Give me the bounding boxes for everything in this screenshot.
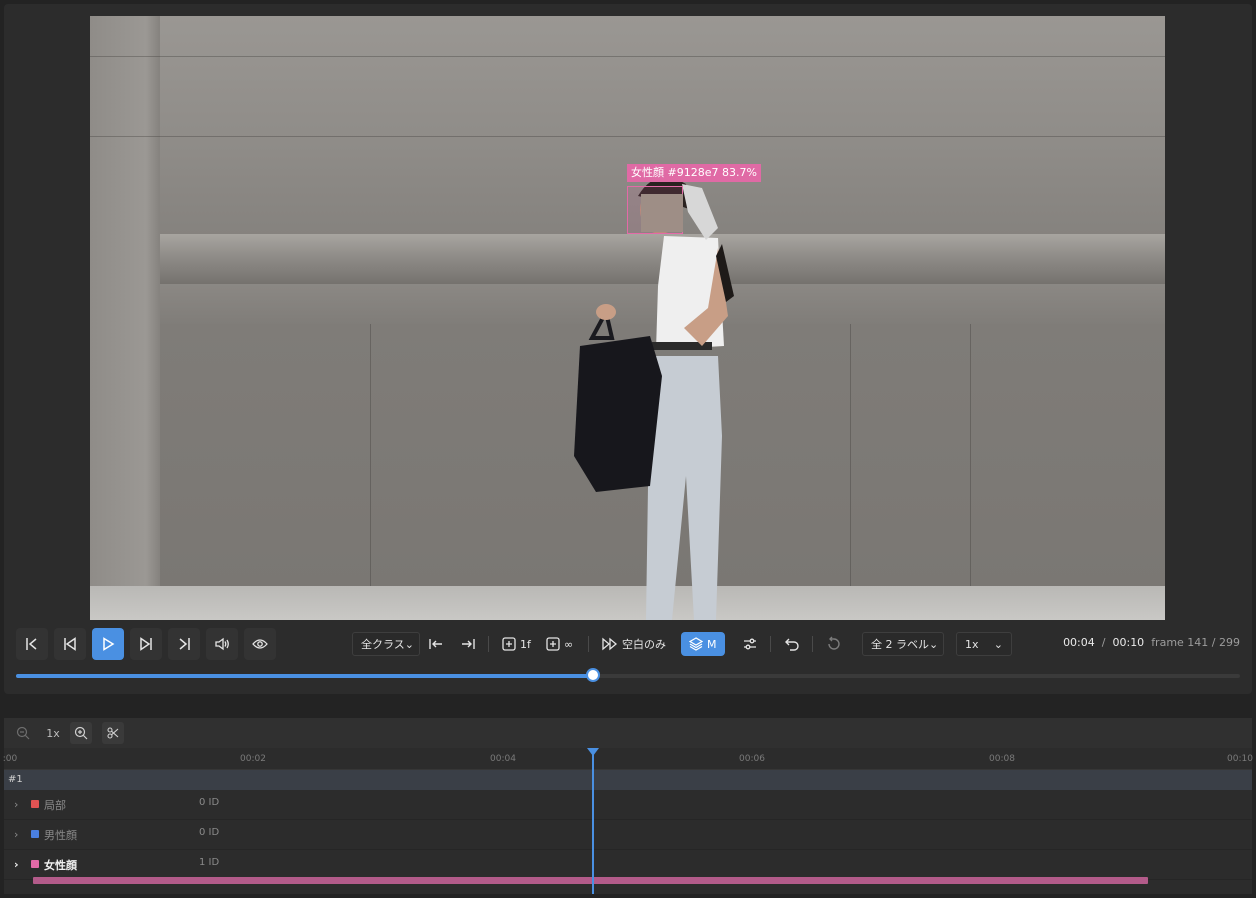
zoom-out-button[interactable] <box>12 722 34 744</box>
rotate-icon <box>828 636 840 650</box>
settings-sliders-button[interactable] <box>734 628 766 660</box>
ruler-tick: 00:02 <box>240 754 266 764</box>
chevron-right-icon[interactable]: › <box>14 798 18 811</box>
zoom-in-icon <box>74 726 88 740</box>
skip-start-icon <box>26 638 37 650</box>
divider <box>812 636 813 652</box>
label-id-count: 1 ID <box>199 857 220 868</box>
detection-label: 女性顔 #9128e7 83.7% <box>627 164 761 182</box>
label-id-count: 0 ID <box>199 797 220 808</box>
ruler-tick: 00:10 <box>1227 754 1253 764</box>
scissors-icon <box>107 727 119 739</box>
step-forward-icon <box>140 637 152 651</box>
speed-value: 1x <box>965 637 979 651</box>
seek-progress <box>16 674 593 678</box>
ruler-tick: 00:06 <box>739 754 765 764</box>
previous-frame-button[interactable] <box>54 628 86 660</box>
track-group-header[interactable]: #1 <box>4 770 1252 790</box>
chevron-right-icon[interactable]: › <box>14 858 19 871</box>
zoom-level: 1x <box>46 726 60 740</box>
plus-square-icon <box>502 637 516 651</box>
time-display: 00:04 / 00:10 frame 141 / 299 <box>1063 636 1240 649</box>
ruler-tick: 00:04 <box>490 754 516 764</box>
next-frame-button[interactable] <box>130 628 162 660</box>
label-row-kyokubu[interactable]: › 局部 0 ID <box>4 790 1252 820</box>
divider <box>770 636 771 652</box>
zoom-out-icon <box>16 726 30 740</box>
divider <box>588 636 589 652</box>
label-color-swatch <box>31 860 39 868</box>
jump-next-annotation-button[interactable] <box>452 628 484 660</box>
skip-end-icon <box>179 638 190 650</box>
add-infinite-button[interactable]: ∞ <box>538 628 581 660</box>
layer-mode-label: M <box>707 637 717 651</box>
play-icon <box>103 637 115 651</box>
layer-mode-button[interactable]: M <box>681 632 725 656</box>
track-segment[interactable] <box>33 877 1148 884</box>
label-name: 男性顔 <box>44 829 77 842</box>
divider <box>488 636 489 652</box>
skip-to-start-button[interactable] <box>16 628 48 660</box>
ruler-tick: 00:08 <box>989 754 1015 764</box>
ruler-tick: :00 <box>2 754 18 764</box>
volume-icon <box>215 637 229 651</box>
blank-only-button[interactable]: 空白のみ <box>594 628 674 660</box>
playhead-handle[interactable] <box>587 748 599 756</box>
add-one-frame-button[interactable]: 1f <box>494 628 539 660</box>
playhead-line[interactable] <box>592 748 594 894</box>
sliders-icon <box>744 638 756 650</box>
video-player: 女性顔 #9128e7 83.7% 全クラス ⌄ 1f ∞ 空白のみ M 全 2… <box>4 4 1252 694</box>
play-button[interactable] <box>92 628 124 660</box>
blank-only-label: 空白のみ <box>622 638 666 651</box>
class-filter-select[interactable]: 全クラス ⌄ <box>352 632 420 656</box>
label-row-male-face[interactable]: › 男性顔 0 ID <box>4 820 1252 850</box>
person-figure <box>574 177 734 620</box>
chevron-down-icon: ⌄ <box>929 637 939 651</box>
label-name: 局部 <box>44 799 66 812</box>
face-blur <box>641 194 683 232</box>
class-filter-value: 全クラス <box>361 638 405 651</box>
add-infinite-label: ∞ <box>564 637 574 651</box>
total-time: 00:10 <box>1112 636 1145 649</box>
label-color-swatch <box>31 830 39 838</box>
add-one-frame-label: 1f <box>520 637 531 651</box>
volume-button[interactable] <box>206 628 238 660</box>
eye-icon <box>252 639 268 649</box>
seek-handle[interactable] <box>585 668 600 682</box>
video-frame[interactable]: 女性顔 #9128e7 83.7% <box>90 16 1165 620</box>
frame-counter: frame 141 / 299 <box>1151 636 1240 649</box>
time-ruler[interactable]: :00 00:02 00:04 00:06 00:08 00:10 <box>2 748 1253 770</box>
labels-filter-value: 全 2 ラベル <box>871 638 929 651</box>
chevron-down-icon: ⌄ <box>404 637 414 651</box>
labels-filter-select[interactable]: 全 2 ラベル ⌄ <box>862 632 944 656</box>
reset-button[interactable] <box>818 628 850 660</box>
speed-select[interactable]: 1x ⌄ <box>956 632 1012 656</box>
label-name: 女性顔 <box>44 859 77 872</box>
arrow-to-right-icon <box>462 639 475 649</box>
seek-bar[interactable] <box>16 668 1240 682</box>
timeline-panel: 1x :00 00:02 00:04 00:06 00:08 00:10 #1 … <box>2 718 1253 894</box>
undo-button[interactable] <box>776 628 808 660</box>
fast-forward-icon <box>602 637 618 651</box>
chevron-right-icon[interactable]: › <box>14 828 18 841</box>
jump-prev-annotation-button[interactable] <box>420 628 452 660</box>
chevron-down-icon: ⌄ <box>993 637 1003 651</box>
skip-to-end-button[interactable] <box>168 628 200 660</box>
zoom-in-button[interactable] <box>70 722 92 744</box>
timeline-toolbar: 1x <box>4 718 1252 748</box>
cut-button[interactable] <box>102 722 124 744</box>
playback-toolbar: 全クラス ⌄ 1f ∞ 空白のみ M 全 2 ラベル ⌄ 1x ⌄ 00:04 … <box>4 628 1252 662</box>
current-time: 00:04 <box>1063 636 1095 649</box>
step-back-icon <box>64 637 76 651</box>
visibility-button[interactable] <box>244 628 276 660</box>
undo-icon <box>785 638 799 651</box>
layers-icon <box>689 637 703 651</box>
label-row-female-face[interactable]: › 女性顔 1 ID <box>4 850 1252 880</box>
arrow-to-left-icon <box>429 639 442 649</box>
plus-square-icon <box>546 637 560 651</box>
label-color-swatch <box>31 800 39 808</box>
label-id-count: 0 ID <box>199 827 220 838</box>
time-separator: / <box>1101 636 1106 649</box>
